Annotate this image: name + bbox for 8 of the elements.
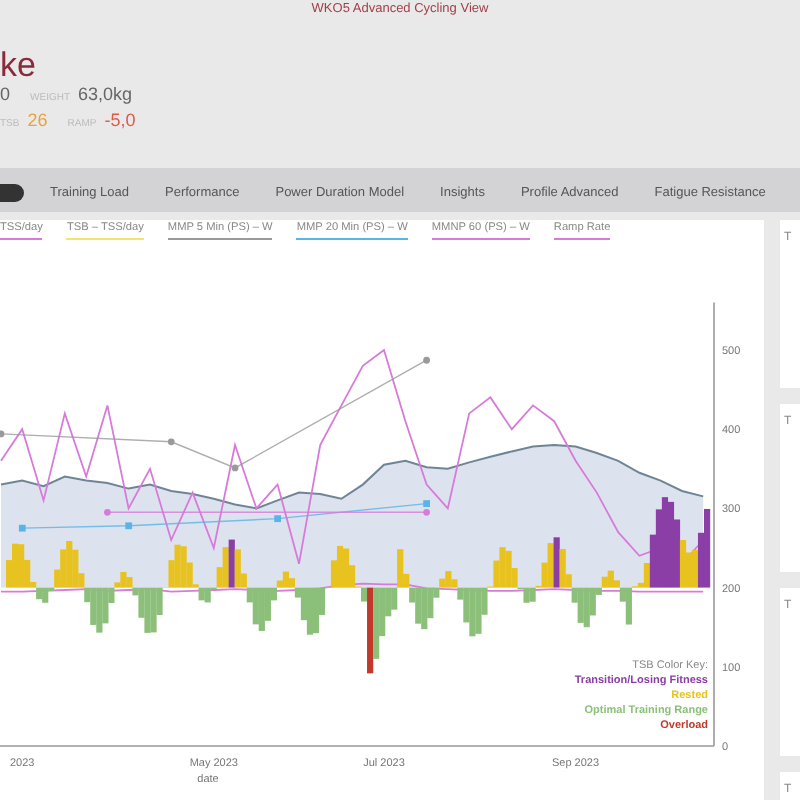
point (274, 515, 282, 523)
point (423, 500, 430, 507)
athlete-name: ke (0, 48, 38, 84)
tab[interactable] (0, 183, 24, 201)
metric-value: -5,0 (104, 110, 136, 130)
stat-value: 63,0kg (78, 84, 133, 104)
metric-value: 26 (27, 110, 48, 130)
stat-value: 0 (0, 84, 11, 104)
